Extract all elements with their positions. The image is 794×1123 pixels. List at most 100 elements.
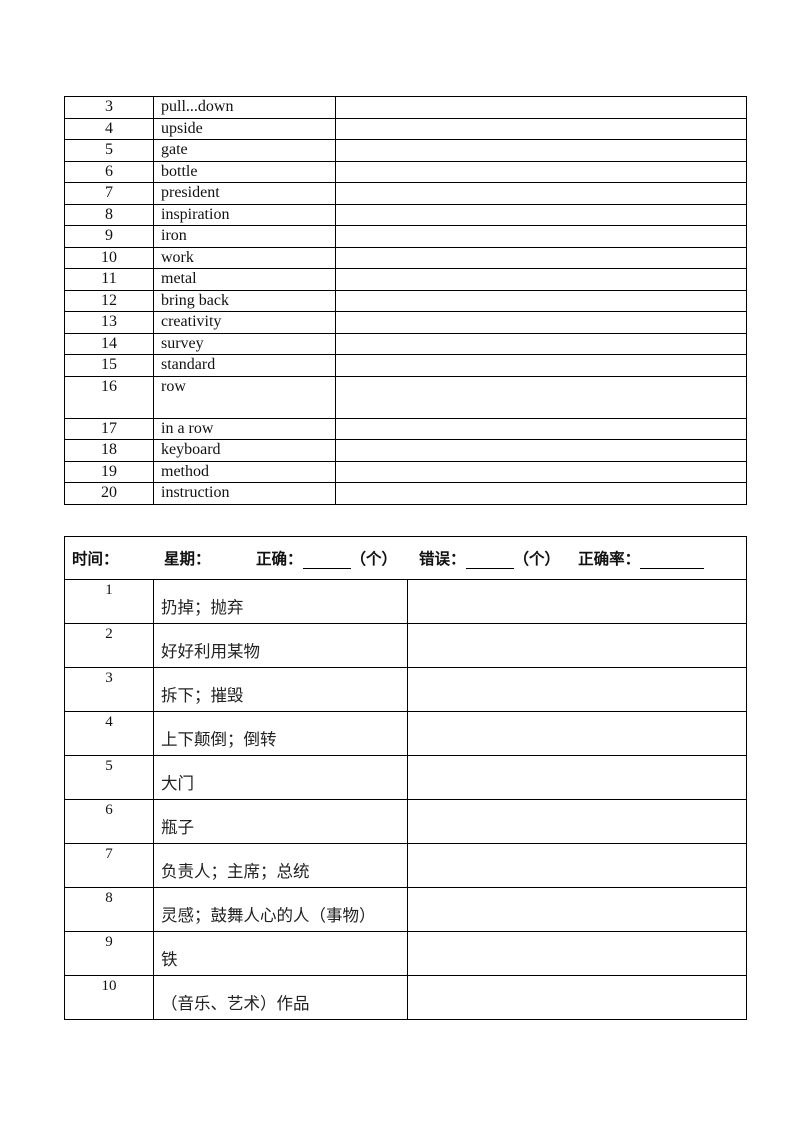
vocab-row: 7 负责人；主席；总统: [64, 843, 747, 888]
english-word: in a row: [153, 417, 336, 440]
correct-label: 正确：: [256, 550, 303, 568]
row-number: 19: [64, 460, 154, 483]
chinese-meaning: 负责人；主席；总统: [153, 843, 408, 888]
english-word: row: [153, 375, 336, 419]
english-word: bring back: [153, 289, 336, 312]
correct-unit: （个）: [350, 550, 398, 568]
row-number: 9: [64, 225, 154, 248]
vocab-row: 16 row: [64, 375, 747, 419]
row-number: 4: [64, 117, 154, 140]
chinese-meaning: 好好利用某物: [153, 623, 408, 668]
answer-cell[interactable]: [335, 311, 747, 334]
answer-cell[interactable]: [335, 268, 747, 291]
chinese-meaning: 拆下；摧毁: [153, 667, 408, 712]
answer-cell[interactable]: [407, 755, 747, 800]
time-label: 时间：: [72, 550, 119, 568]
answer-cell[interactable]: [335, 182, 747, 205]
correct-count-blank[interactable]: [302, 553, 351, 569]
answer-cell[interactable]: [407, 887, 747, 932]
answer-cell[interactable]: [407, 623, 747, 668]
vocab-row: 9铁: [64, 931, 747, 976]
vocab-row: 13 creativity: [64, 311, 747, 334]
chinese-meaning: 大门: [153, 755, 408, 800]
answer-cell[interactable]: [335, 289, 747, 312]
row-number: 5: [64, 755, 154, 800]
row-number: 16: [64, 375, 154, 419]
vocab-row: 6 bottle: [64, 160, 747, 183]
vocab-row: 7 president: [64, 182, 747, 205]
answer-cell[interactable]: [407, 843, 747, 888]
row-number: 8: [64, 887, 154, 932]
vocab-row: 11 metal: [64, 268, 747, 291]
wrong-label: 错误：: [419, 550, 466, 568]
answer-cell[interactable]: [407, 711, 747, 756]
accuracy-label: 正确率：: [578, 550, 641, 568]
chinese-meaning: 扔掉；抛弃: [153, 579, 408, 624]
row-number: 9: [64, 931, 154, 976]
vocab-row: 17 in a row: [64, 417, 747, 440]
answer-cell[interactable]: [335, 417, 747, 440]
answer-cell[interactable]: [407, 579, 747, 624]
vocab-row: 14 survey: [64, 332, 747, 355]
row-number: 13: [64, 311, 154, 334]
vocab-row: 3 pull...down: [64, 96, 747, 119]
chinese-meaning: 上下颠倒；倒转: [153, 711, 408, 756]
wrong-count-blank[interactable]: [465, 553, 514, 569]
row-number: 18: [64, 439, 154, 462]
answer-cell[interactable]: [335, 160, 747, 183]
answer-cell[interactable]: [335, 96, 747, 119]
english-word: iron: [153, 225, 336, 248]
row-number: 5: [64, 139, 154, 162]
chinese-meaning: 瓶子: [153, 799, 408, 844]
row-number: 7: [64, 182, 154, 205]
row-number: 11: [64, 268, 154, 291]
row-number: 12: [64, 289, 154, 312]
vocab-row: 5 大门: [64, 755, 747, 800]
answer-cell[interactable]: [335, 460, 747, 483]
answer-cell[interactable]: [407, 931, 747, 976]
answer-cell[interactable]: [407, 975, 747, 1020]
row-number: 6: [64, 799, 154, 844]
row-number: 15: [64, 354, 154, 377]
answer-cell[interactable]: [335, 225, 747, 248]
vocab-row: 5 gate: [64, 139, 747, 162]
vocab-row: 10 work: [64, 246, 747, 269]
english-word: work: [153, 246, 336, 269]
english-word: keyboard: [153, 439, 336, 462]
answer-cell[interactable]: [335, 332, 747, 355]
vocab-row: 2 好好利用某物: [64, 623, 747, 668]
accuracy-blank[interactable]: [640, 553, 705, 569]
vocab-row: 9 iron: [64, 225, 747, 248]
answer-cell[interactable]: [407, 799, 747, 844]
vocab-row: 10 （音乐、艺术）作品: [64, 975, 747, 1020]
english-word: instruction: [153, 482, 336, 505]
chinese-meaning: 灵感；鼓舞人心的人（事物）: [153, 887, 408, 932]
english-word: upside: [153, 117, 336, 140]
answer-cell[interactable]: [335, 354, 747, 377]
english-word: survey: [153, 332, 336, 355]
answer-cell[interactable]: [335, 439, 747, 462]
vocab-row: 1 扔掉；抛弃: [64, 579, 747, 624]
vocab-row: 8 灵感；鼓舞人心的人（事物）: [64, 887, 747, 932]
english-vocab-body: 3 pull...down 4 upside 5 gate 6 bottle 7 presiden…: [64, 96, 747, 505]
vocab-row: 18 keyboard: [64, 439, 747, 462]
vocab-row: 19 method: [64, 460, 747, 483]
answer-cell[interactable]: [407, 667, 747, 712]
answer-cell[interactable]: [335, 375, 747, 419]
row-number: 7: [64, 843, 154, 888]
row-number: 3: [64, 96, 154, 119]
answer-cell[interactable]: [335, 246, 747, 269]
answer-cell[interactable]: [335, 139, 747, 162]
row-number: 20: [64, 482, 154, 505]
answer-cell[interactable]: [335, 482, 747, 505]
chinese-vocab-table: 时间： 星期： 正确： （个） 错误： （个） 正确率： 1 扔掉；抛弃 2 好好利用某物 3 拆下；…: [64, 536, 747, 1020]
answer-cell[interactable]: [335, 203, 747, 226]
english-word: pull...down: [153, 96, 336, 119]
row-number: 4: [64, 711, 154, 756]
vocab-row: 12 bring back: [64, 289, 747, 312]
row-number: 1: [64, 579, 154, 624]
answer-cell[interactable]: [335, 117, 747, 140]
vocab-row: 15 standard: [64, 354, 747, 377]
english-word: president: [153, 182, 336, 205]
row-number: 6: [64, 160, 154, 183]
